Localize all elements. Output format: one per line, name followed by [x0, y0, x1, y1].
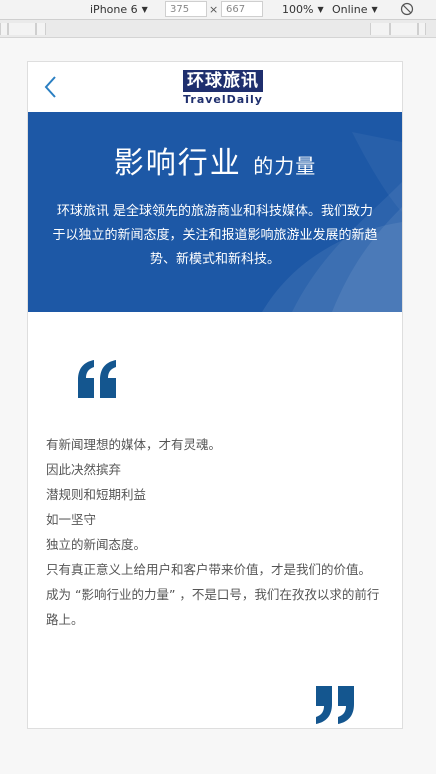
manifesto-line: 如一坚守	[46, 512, 97, 527]
ruler-segment[interactable]	[370, 23, 390, 35]
banner-title-main: 影响行业	[113, 146, 242, 181]
manifesto-line: 潜规则和短期利益	[46, 487, 147, 502]
dropdown-caret-icon: ▼	[371, 5, 378, 14]
logo-english-text: TravelDaily	[183, 93, 263, 106]
close-quote-icon	[316, 686, 354, 724]
viewport-height-input[interactable]	[221, 1, 263, 17]
logo-chinese-text: 环球旅讯	[183, 70, 263, 92]
media-query-ruler	[0, 20, 436, 38]
network-throttle-selector[interactable]: Online ▼	[332, 3, 378, 16]
ruler-segment[interactable]	[390, 23, 418, 35]
banner-description: 环球旅讯 是全球领先的旅游商业和科技媒体。我们致力于以独立的新闻态度，关注和报道…	[52, 204, 378, 267]
network-value: Online	[332, 3, 368, 16]
devtools-toolbar: iPhone 6 ▼ × 100% ▼ Online ▼	[0, 0, 436, 20]
zoom-selector[interactable]: 100% ▼	[282, 3, 324, 16]
device-selector[interactable]: iPhone 6 ▼	[90, 3, 148, 16]
phone-viewport: 环球旅讯 TravelDaily 影响行业 的力量 环球旅讯 是全球领先的旅游商…	[27, 61, 403, 729]
manifesto-line: 只有真正意义上给用户和客户带来价值，才是我们的价值。	[46, 562, 372, 577]
dropdown-caret-icon: ▼	[317, 5, 324, 14]
manifesto-line: 独立的新闻态度。	[46, 537, 147, 552]
rotate-icon[interactable]	[400, 2, 414, 16]
ruler-segment[interactable]	[0, 23, 8, 35]
dimension-separator: ×	[209, 3, 219, 16]
banner-title-small: 的力量	[253, 154, 317, 178]
manifesto-text: 有新闻理想的媒体，才有灵魂。 因此决然摈弃 潜规则和短期利益 如一坚守 独立的新…	[46, 432, 386, 632]
manifesto-line: 有新闻理想的媒体，才有灵魂。	[46, 437, 222, 452]
hero-banner: 影响行业 的力量 环球旅讯 是全球领先的旅游商业和科技媒体。我们致力于以独立的新…	[28, 112, 402, 312]
ruler-segment[interactable]	[418, 23, 426, 35]
back-arrow-icon[interactable]	[42, 74, 62, 100]
ruler-segment[interactable]	[36, 23, 46, 35]
traveldaily-logo[interactable]: 环球旅讯 TravelDaily	[183, 70, 263, 108]
manifesto-line: 成为 “影响行业的力量” ，不是口号，我们在孜孜以求的前行路上。	[46, 587, 380, 627]
viewport-width-input[interactable]	[165, 1, 207, 17]
top-navigation-bar: 环球旅讯 TravelDaily	[28, 62, 402, 112]
banner-title: 影响行业 的力量	[28, 144, 402, 186]
zoom-value: 100%	[282, 3, 314, 16]
device-name: iPhone 6	[90, 3, 138, 16]
ruler-segment[interactable]	[8, 23, 36, 35]
open-quote-icon	[78, 360, 116, 398]
dropdown-caret-icon: ▼	[141, 5, 148, 14]
manifesto-line: 因此决然摈弃	[46, 462, 122, 477]
